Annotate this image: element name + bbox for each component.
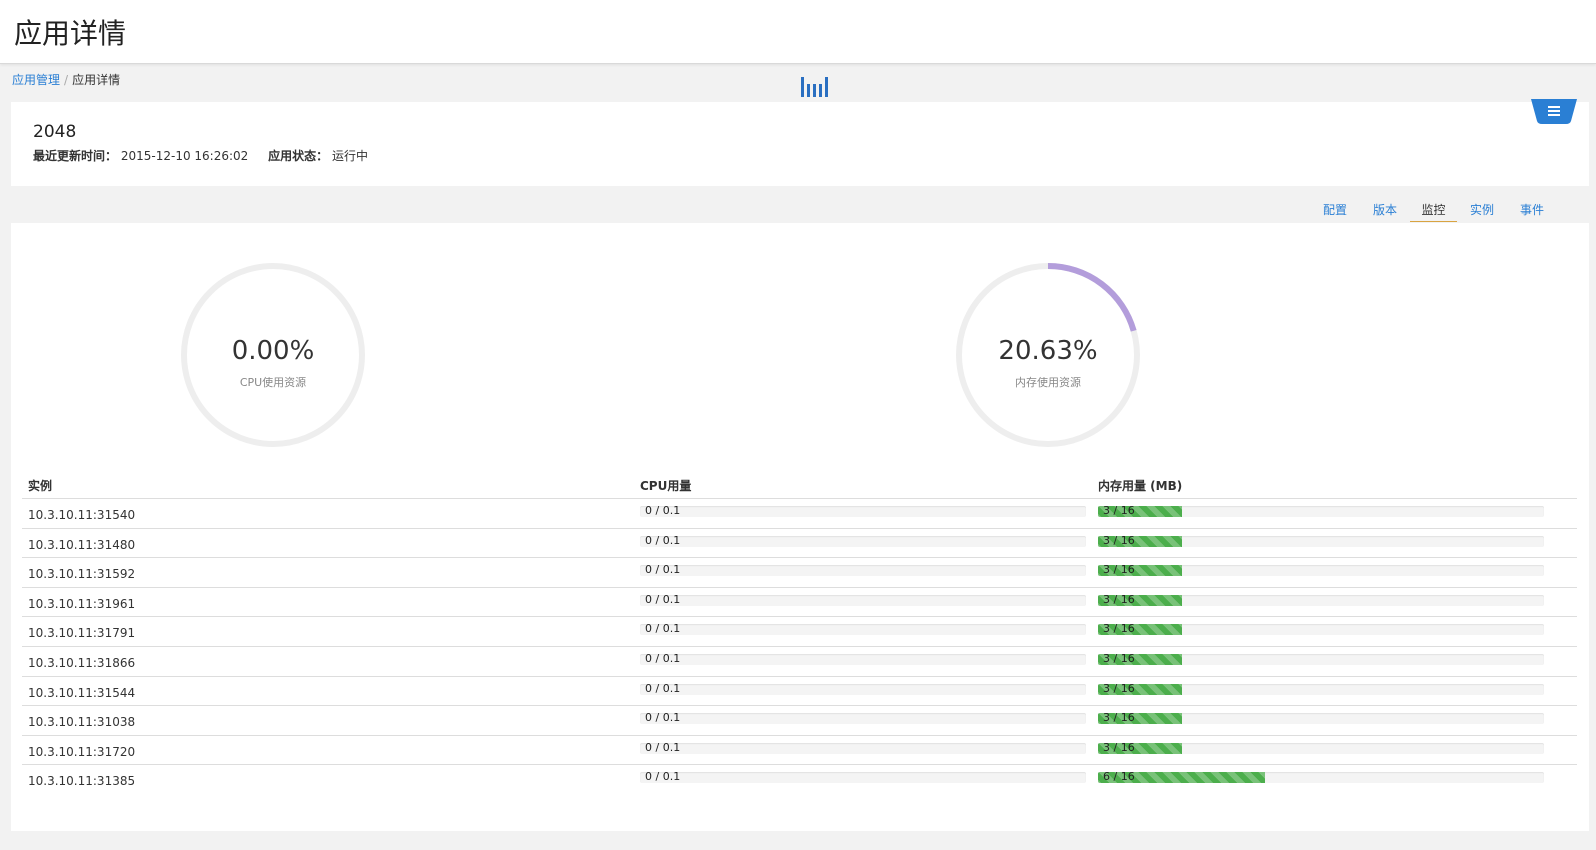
breadcrumb-app-management[interactable]: 应用管理 — [12, 73, 60, 87]
cpu-progress-bar: 0 / 0.1 — [640, 592, 1086, 606]
app-name: 2048 — [33, 122, 77, 142]
breadcrumb-separator: / — [64, 73, 69, 87]
cpu-usage-text: 0 / 0.1 — [645, 651, 681, 665]
instance-table: 实例 CPU用量 内存用量 (MB) 10.3.10.11:31540 0 / 0… — [22, 473, 1577, 795]
cpu-usage-value: 0.00% — [231, 336, 315, 366]
cpu-usage-text: 0 / 0.1 — [645, 504, 681, 517]
memory-usage-text: 3 / 16 — [1103, 563, 1135, 577]
memory-usage-text: 3 / 16 — [1103, 651, 1135, 665]
memory-gauge: 20.63% 内存使用资源 — [953, 260, 1143, 450]
updated-value: 2015-12-10 16:26:02 — [120, 149, 249, 163]
header-cpu: CPU用量 — [640, 479, 692, 493]
memory-progress-bar: 3 / 16 — [1098, 592, 1544, 606]
instance-address: 10.3.10.11:31791 — [28, 626, 136, 641]
table-row: 10.3.10.11:31866 0 / 0.1 3 / 16 — [22, 647, 1577, 677]
tab-bar: 配置 版本 监控 实例 事件 — [0, 200, 1596, 222]
instance-address: 10.3.10.11:31540 — [28, 508, 136, 522]
top-bar: 应用详情 — [0, 0, 1596, 64]
memory-progress-bar: 6 / 16 — [1098, 770, 1544, 784]
table-row: 10.3.10.11:31540 0 / 0.1 3 / 16 — [22, 499, 1577, 529]
memory-usage-text: 3 / 16 — [1103, 740, 1135, 754]
cpu-progress-bar: 0 / 0.1 — [640, 622, 1086, 636]
cpu-usage-text: 0 / 0.1 — [645, 622, 681, 636]
memory-usage-text: 3 / 16 — [1103, 533, 1135, 547]
table-row: 10.3.10.11:31720 0 / 0.1 3 / 16 — [22, 736, 1577, 766]
cpu-usage-label: CPU使用资源 — [239, 376, 307, 389]
tab-monitor[interactable]: 监控 — [1410, 202, 1457, 222]
instance-address: 10.3.10.11:31038 — [28, 715, 136, 730]
table-row: 10.3.10.11:31385 0 / 0.1 6 / 16 — [22, 765, 1577, 795]
cpu-usage-text: 0 / 0.1 — [645, 711, 681, 725]
cpu-usage-text: 0 / 0.1 — [645, 770, 681, 784]
memory-progress-bar: 3 / 16 — [1098, 563, 1544, 577]
status-value: 运行中 — [331, 149, 368, 163]
tab-config[interactable]: 配置 — [1319, 202, 1351, 222]
monitor-card: 0.00% CPU使用资源 20.63% 内存使用资源 实例 CPU用量 内存用… — [11, 223, 1589, 831]
instance-address: 10.3.10.11:31961 — [28, 596, 136, 611]
cpu-progress-bar: 0 / 0.1 — [640, 563, 1086, 577]
memory-progress-bar: 3 / 16 — [1098, 681, 1544, 695]
memory-progress-bar: 3 / 16 — [1098, 533, 1544, 547]
memory-usage-value: 20.63% — [998, 336, 1098, 366]
header-memory: 内存用量 (MB) — [1098, 479, 1183, 493]
cpu-progress-bar: 0 / 0.1 — [640, 740, 1086, 754]
cpu-progress-bar: 0 / 0.1 — [640, 533, 1086, 547]
memory-usage-text: 3 / 16 — [1103, 681, 1135, 695]
cpu-usage-text: 0 / 0.1 — [645, 563, 681, 577]
cpu-progress-bar: 0 / 0.1 — [640, 651, 1086, 665]
table-body: 10.3.10.11:31540 0 / 0.1 3 / 16 10.3.10.11:… — [22, 499, 1577, 795]
cpu-usage-text: 0 / 0.1 — [645, 592, 681, 606]
table-row: 10.3.10.11:31961 0 / 0.1 3 / 16 — [22, 588, 1577, 618]
table-row: 10.3.10.11:31592 0 / 0.1 3 / 16 — [22, 558, 1577, 588]
memory-progress-bar: 3 / 16 — [1098, 651, 1544, 665]
instance-address: 10.3.10.11:31866 — [28, 655, 136, 670]
cpu-progress-bar: 0 / 0.1 — [640, 711, 1086, 725]
memory-usage-text: 3 / 16 — [1103, 592, 1135, 606]
cpu-progress-bar: 0 / 0.1 — [640, 681, 1086, 695]
table-row: 10.3.10.11:31480 0 / 0.1 3 / 16 — [22, 529, 1577, 559]
memory-progress-bar: 3 / 16 — [1098, 504, 1544, 517]
memory-usage-text: 3 / 16 — [1103, 504, 1135, 517]
cpu-progress-bar: 0 / 0.1 — [640, 770, 1086, 784]
cpu-usage-text: 0 / 0.1 — [645, 681, 681, 695]
memory-progress-bar: 3 / 16 — [1098, 622, 1544, 636]
list-icon[interactable] — [1531, 99, 1577, 125]
bar-chart-icon[interactable] — [801, 77, 829, 97]
tab-events[interactable]: 事件 — [1516, 202, 1548, 222]
memory-progress-bar: 3 / 16 — [1098, 711, 1544, 725]
instance-address: 10.3.10.11:31544 — [28, 685, 136, 700]
gauge-arc — [1047, 263, 1137, 332]
tab-version[interactable]: 版本 — [1369, 202, 1401, 222]
tab-instances[interactable]: 实例 — [1466, 202, 1498, 222]
breadcrumb-current: 应用详情 — [72, 73, 121, 87]
breadcrumb: 应用管理 / 应用详情 — [12, 71, 120, 88]
cpu-usage-text: 0 / 0.1 — [645, 740, 681, 754]
instance-address: 10.3.10.11:31720 — [28, 744, 136, 759]
app-meta: 最近更新时间： 2015-12-10 16:26:02 应用状态： 运行中 — [33, 147, 368, 164]
status-label: 应用状态： — [268, 149, 329, 163]
updated-label: 最近更新时间： — [33, 149, 118, 163]
memory-usage-label: 内存使用资源 — [1015, 376, 1081, 389]
table-row: 10.3.10.11:31544 0 / 0.1 3 / 16 — [22, 677, 1577, 707]
table-row: 10.3.10.11:31791 0 / 0.1 3 / 16 — [22, 617, 1577, 647]
memory-usage-text: 6 / 16 — [1103, 770, 1135, 784]
instance-address: 10.3.10.11:31480 — [28, 537, 136, 552]
app-info-card: 2048 最近更新时间： 2015-12-10 16:26:02 应用状态： 运… — [11, 102, 1589, 186]
cpu-gauge: 0.00% CPU使用资源 — [178, 260, 368, 450]
page-title: 应用详情 — [14, 17, 127, 50]
cpu-progress-bar: 0 / 0.1 — [640, 504, 1086, 517]
memory-progress-bar: 3 / 16 — [1098, 740, 1544, 754]
cpu-usage-text: 0 / 0.1 — [645, 533, 681, 547]
memory-usage-text: 3 / 16 — [1103, 622, 1135, 636]
instance-address: 10.3.10.11:31592 — [28, 567, 136, 582]
memory-usage-text: 3 / 16 — [1103, 711, 1135, 725]
header-instance: 实例 — [28, 479, 53, 493]
table-row: 10.3.10.11:31038 0 / 0.1 3 / 16 — [22, 706, 1577, 736]
table-header: 实例 CPU用量 内存用量 (MB) — [22, 473, 1577, 499]
instance-address: 10.3.10.11:31385 — [28, 774, 136, 789]
